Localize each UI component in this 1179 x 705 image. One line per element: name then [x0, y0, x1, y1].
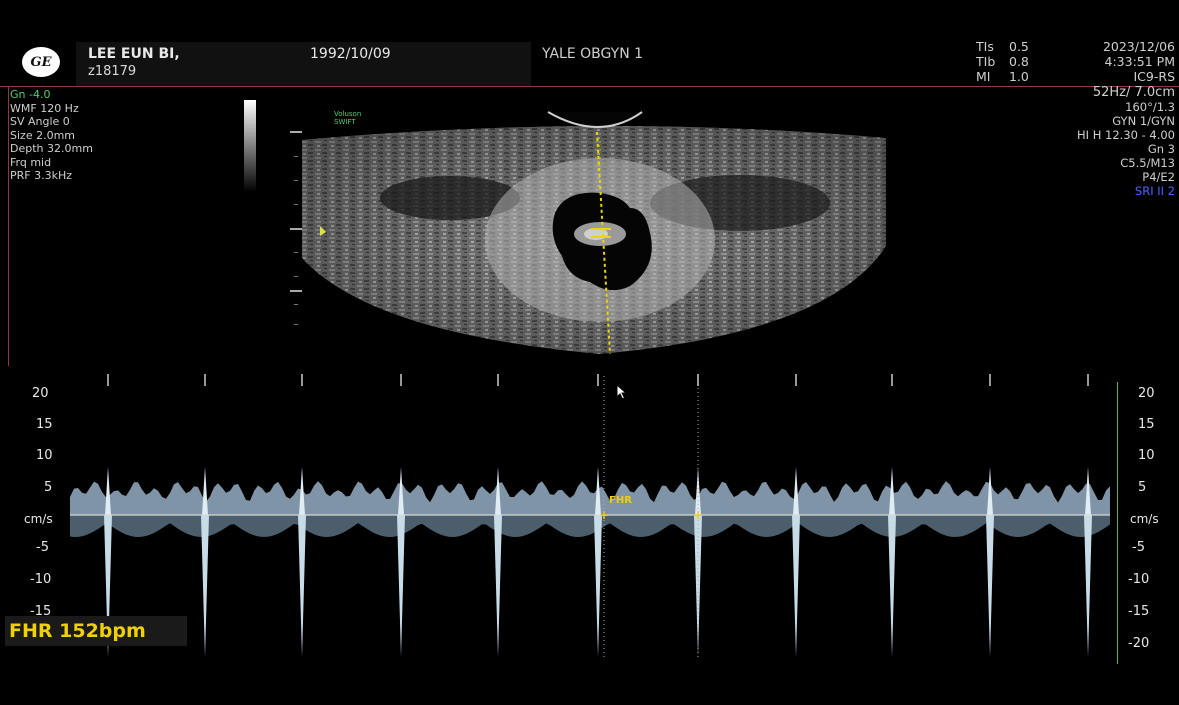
doppler-parameters: Gn -4.0 WMF 120 Hz SV Angle 0 Size 2.0mm… [10, 88, 93, 183]
mi-label: MI [976, 69, 991, 84]
probe-name: IC9-RS [1133, 69, 1176, 84]
bmode-gain: Gn 3 [1147, 142, 1175, 156]
sample-depth: Depth 32.0mm [10, 142, 93, 155]
tib-value: 0.8 [1009, 54, 1029, 69]
tick-neg5: -5 [36, 540, 49, 555]
preset: GYN 1/GYN [1112, 114, 1175, 128]
prf: PRF 3.3kHz [10, 169, 73, 182]
tick-10-right: 10 [1138, 448, 1155, 463]
frame-rate-depth: 52Hz/ 7.0cm [1092, 85, 1175, 100]
left-divider [8, 86, 9, 366]
harmonic-frequency: HI H 12.30 - 4.00 [1077, 128, 1175, 142]
tick-neg5-right: -5 [1132, 540, 1145, 555]
frequency: Frq mid [10, 155, 52, 169]
wall-filter: WMF 120 Hz [10, 101, 79, 115]
date-time-panel: 2023/12/06 4:33:51 PM IC9-RS [1103, 39, 1175, 84]
tis-label: TIs [976, 39, 994, 54]
patient-name: LEE EUN BI, [88, 46, 180, 62]
tick-neg15-right: -15 [1128, 604, 1150, 619]
fhr-caliper-label: FHR [609, 495, 632, 506]
bmode-image [302, 111, 886, 355]
patient-dob: 1992/10/09 [310, 46, 391, 62]
patient-id: z18179 [88, 64, 137, 79]
sample-size: Size 2.0mm [10, 128, 76, 142]
svg-text:+: + [599, 508, 609, 522]
tis-value: 0.5 [1009, 39, 1029, 54]
sv-angle: SV Angle 0 [10, 115, 70, 128]
tick-neg20-right: -20 [1128, 636, 1150, 651]
imaging-parameters: 52Hz/ 7.0cm 160°/1.3 GYN 1/GYN HI H 12.3… [1077, 85, 1175, 199]
grayscale-bar [244, 100, 256, 192]
tick-5-right: 5 [1138, 480, 1147, 495]
tick-20-right: 20 [1138, 386, 1155, 401]
doppler-gain: Gn -4.0 [10, 88, 51, 101]
institution-name: YALE OBGYN 1 [542, 46, 644, 62]
tick-neg10: -10 [30, 572, 52, 587]
tick-15-right: 15 [1138, 417, 1155, 432]
tick-20: 20 [32, 386, 49, 401]
fhr-result: FHR 152bpm [5, 616, 187, 646]
tick-10: 10 [36, 448, 53, 463]
thermal-index-panel: TIs 0.5 TIb 0.8 MI 1.0 [976, 39, 1042, 84]
ge-logo: GE [22, 47, 60, 77]
tib-label: TIb [976, 54, 996, 69]
tick-neg10-right: -10 [1128, 572, 1150, 587]
svg-text:+: + [693, 508, 703, 522]
doppler-spectrum: + + [70, 374, 1110, 658]
c-map: C5.5/M13 [1120, 156, 1175, 170]
exam-time: 4:33:51 PM [1104, 54, 1175, 69]
unit-label-right: cm/s [1130, 512, 1159, 526]
tick-15: 15 [36, 417, 53, 432]
p-value: P4/E2 [1142, 170, 1175, 184]
header-divider [0, 86, 1179, 87]
sri-setting: SRI II 2 [1134, 184, 1175, 198]
velocity-scale-right: 20 15 10 5 cm/s -5 -10 -15 -20 [1110, 382, 1179, 672]
exam-date: 2023/12/06 [1102, 39, 1175, 54]
sector-angle: 160°/1.3 [1125, 100, 1175, 114]
tick-5: 5 [44, 480, 53, 495]
mouse-cursor-icon [616, 384, 628, 400]
unit-label: cm/s [24, 512, 53, 526]
mi-value: 1.0 [1009, 69, 1029, 84]
